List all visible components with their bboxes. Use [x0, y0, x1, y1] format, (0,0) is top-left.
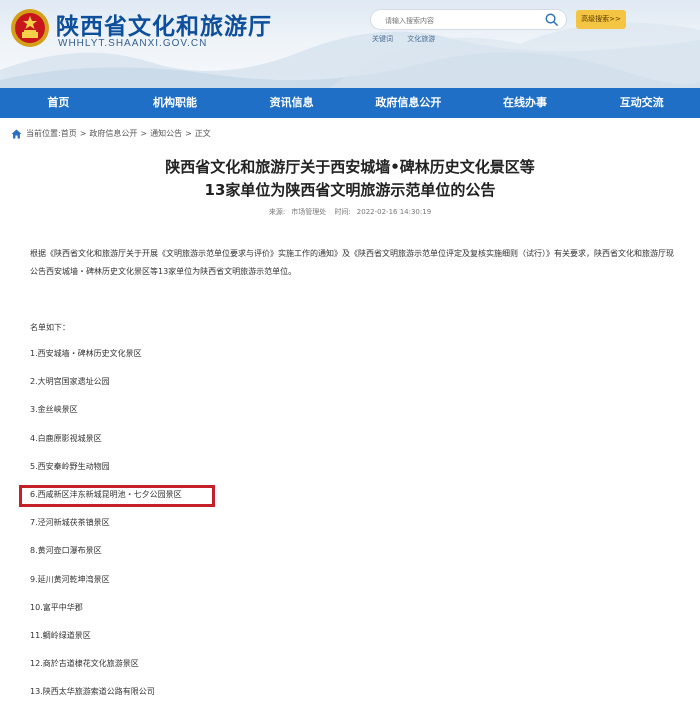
time-value: 2022-02-16 14:30:19	[356, 208, 432, 216]
list-item: 4.白鹿原影视城景区	[30, 433, 102, 443]
breadcrumb-gov-info[interactable]: 政府信息公开	[89, 128, 137, 139]
main-nav: 首页 机构职能 资讯信息 政府信息公开 在线办事 互动交流	[0, 88, 700, 118]
unit-list: 1.西安城墙・碑林历史文化景区 2.大明宫国家遗址公园 3.金丝峡景区 4.白鹿…	[30, 344, 182, 710]
time-label: 时间:	[334, 208, 351, 216]
list-item: 3.金丝峡景区	[30, 405, 78, 415]
site-header: 陕西省文化和旅游厅 WHHLYT.SHAANXI.GOV.CN 高级搜索>> 关…	[0, 0, 700, 88]
list-item: 10.富平中华郡	[30, 602, 83, 612]
list-item: 13.陕西太华旅游索道公路有限公司	[30, 687, 155, 697]
article-title-line2: 13家单位为陕西省文明旅游示范单位的公告	[204, 181, 496, 199]
site-title[interactable]: 陕西省文化和旅游厅	[56, 7, 272, 41]
breadcrumb-current: 正文	[194, 129, 211, 138]
search-icon[interactable]	[544, 12, 559, 27]
breadcrumb: 当前位置: 首页 > 政府信息公开 > 通知公告 > 正文	[11, 128, 211, 139]
nav-news[interactable]: 资讯信息	[233, 88, 350, 118]
source-value: 市场管理处	[291, 208, 327, 216]
list-item: 5.西安秦岭野生动物园	[30, 461, 110, 471]
breadcrumb-prefix: 当前位置:	[26, 129, 61, 138]
list-item: 11.鲷岭绿道景区	[30, 630, 91, 640]
article-meta: 来源: 市场管理处 时间: 2022-02-16 14:30:19	[0, 207, 700, 217]
list-item: 1.西安城墙・碑林历史文化景区	[30, 349, 142, 358]
search-input[interactable]	[383, 12, 542, 29]
nav-online-service[interactable]: 在线办事	[467, 88, 584, 118]
article-title-line1: 陕西省文化和旅游厅关于西安城墙•碑林历史文化景区等	[165, 158, 535, 176]
list-intro: 名单如下：	[30, 323, 70, 332]
list-item: 7.泾河新城茯茶镇景区	[30, 518, 110, 528]
advanced-search-button[interactable]: 高级搜索>>	[576, 10, 626, 29]
hot-words: 关键词 文化旅游	[372, 34, 447, 44]
nav-gov-info[interactable]: 政府信息公开	[350, 88, 467, 118]
breadcrumb-notices[interactable]: 通知公告	[150, 128, 182, 139]
national-emblem-icon	[11, 9, 49, 47]
list-item: 2.大明宫国家遗址公园	[30, 377, 110, 387]
list-item: 9.延川黄河乾坤湾景区	[30, 574, 110, 584]
highlight-box	[19, 485, 215, 507]
list-item: 8.黄河壶口瀑布景区	[30, 546, 102, 556]
nav-home[interactable]: 首页	[0, 88, 117, 118]
site-domain: WHHLYT.SHAANXI.GOV.CN	[58, 38, 208, 49]
hot-word[interactable]: 关键词	[372, 35, 393, 43]
nav-functions[interactable]: 机构职能	[117, 88, 234, 118]
breadcrumb-home[interactable]: 首页	[61, 128, 77, 139]
breadcrumb-separator: >	[185, 129, 192, 138]
list-item: 12.商於古道棣花文化旅游景区	[30, 659, 139, 669]
home-icon	[11, 128, 22, 139]
source-label: 来源:	[268, 208, 286, 216]
nav-interaction[interactable]: 互动交流	[583, 88, 700, 118]
search-box	[370, 9, 567, 30]
breadcrumb-separator: >	[140, 129, 148, 138]
article-paragraph: 根据《陕西省文化和旅游厅关于开展《文明旅游示范单位要求与评价》实施工作的通知》及…	[30, 249, 674, 276]
breadcrumb-separator: >	[79, 129, 87, 138]
hot-word[interactable]: 文化旅游	[407, 35, 435, 43]
